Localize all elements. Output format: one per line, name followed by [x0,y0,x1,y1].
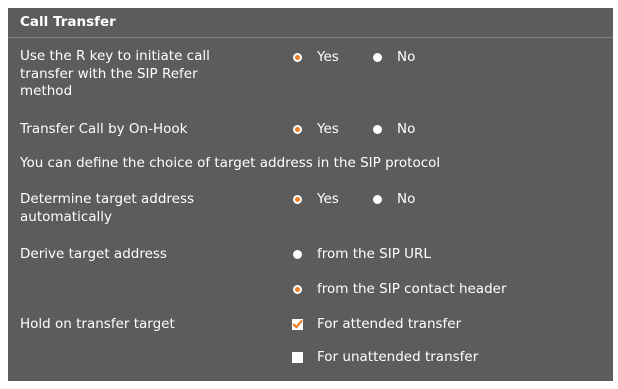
on-hook-yes-radio[interactable] [293,125,302,134]
on-hook-no-option[interactable]: No [373,121,415,138]
derive-sip-url-option[interactable]: from the SIP URL [293,246,431,263]
derive-contact-header-label: from the SIP contact header [317,281,507,297]
determine-target-label: Determine target address automatically [20,191,195,225]
r-key-yes-radio[interactable] [293,53,302,62]
attended-transfer-label: For attended transfer [317,316,462,332]
determine-yes-option[interactable]: Yes [293,191,339,208]
r-key-no-option[interactable]: No [373,49,415,66]
determine-no-radio[interactable] [373,195,382,204]
derive-contact-header-radio[interactable] [293,285,302,294]
section-title: Call Transfer [20,14,116,30]
on-hook-no-radio[interactable] [373,125,382,134]
r-key-yes-option[interactable]: Yes [293,49,339,66]
on-hook-yes-option[interactable]: Yes [293,121,339,138]
determine-yes-label: Yes [317,191,339,207]
determine-no-option[interactable]: No [373,191,415,208]
hold-transfer-label: Hold on transfer target [20,316,175,332]
r-key-no-radio[interactable] [373,53,382,62]
target-address-info-text: You can define the choice of target addr… [20,155,441,171]
attended-transfer-option[interactable]: For attended transfer [292,316,461,333]
derive-sip-url-label: from the SIP URL [317,246,431,262]
on-hook-no-label: No [397,121,416,137]
unattended-transfer-label: For unattended transfer [317,349,479,365]
on-hook-yes-label: Yes [317,121,339,137]
derive-sip-url-radio[interactable] [293,250,302,259]
unattended-transfer-checkbox[interactable] [292,352,303,363]
on-hook-transfer-label: Transfer Call by On-Hook [20,121,188,137]
call-transfer-panel: Call Transfer Use the R key to initiate … [8,8,613,381]
checkmark-icon [292,320,303,329]
determine-yes-radio[interactable] [293,195,302,204]
attended-transfer-checkbox[interactable] [292,319,303,330]
r-key-yes-label: Yes [317,49,339,65]
derive-target-label: Derive target address [20,246,167,262]
r-key-no-label: No [397,49,416,65]
derive-contact-header-option[interactable]: from the SIP contact header [293,281,507,298]
unattended-transfer-option[interactable]: For unattended transfer [292,349,478,366]
r-key-transfer-label: Use the R key to initiate call transfer … [20,48,210,99]
determine-no-label: No [397,191,416,207]
section-divider [8,37,613,38]
